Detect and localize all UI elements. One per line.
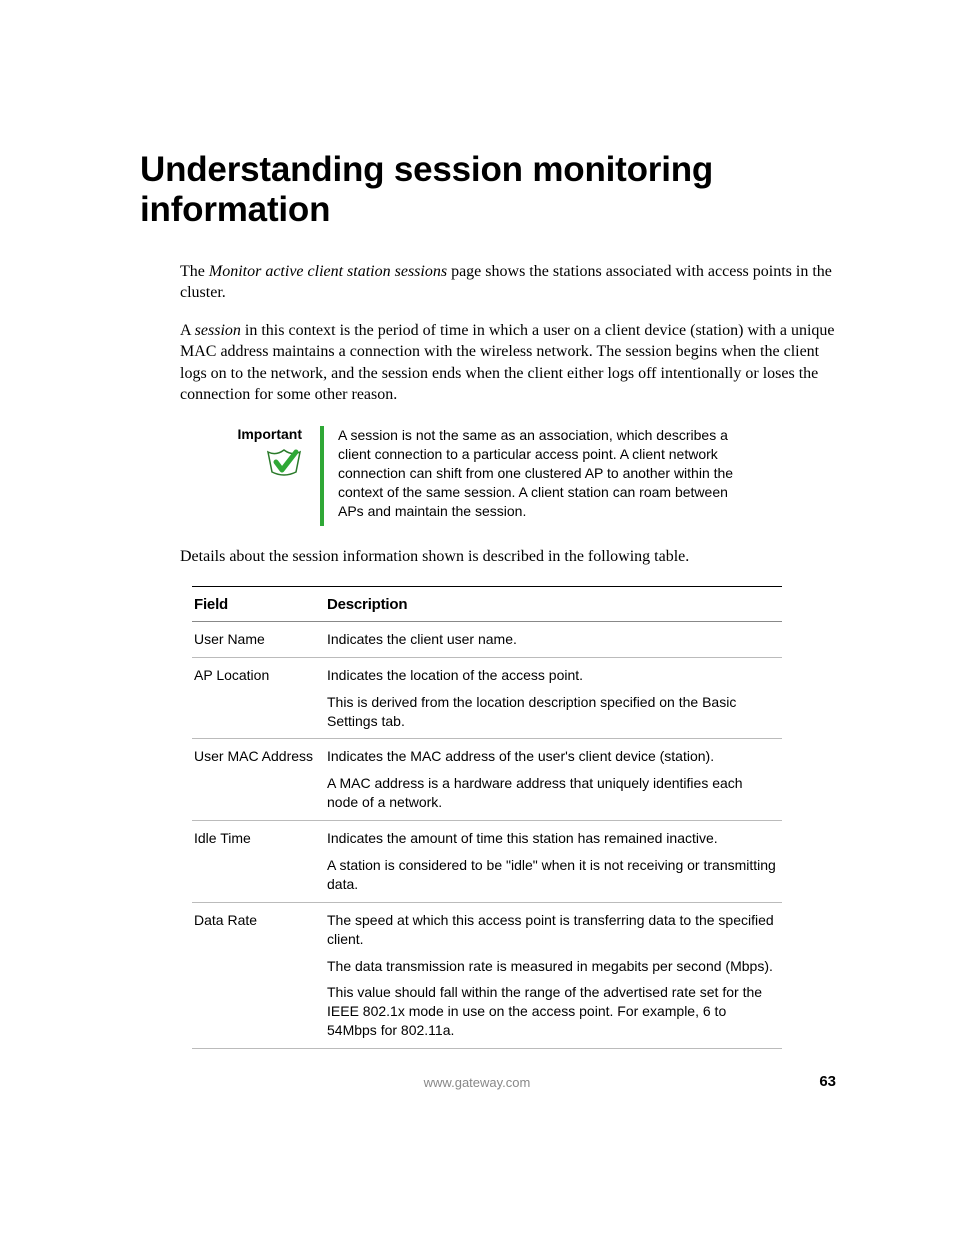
page-title: Understanding session monitoring informa… bbox=[140, 150, 839, 231]
text: A bbox=[180, 322, 195, 339]
field-name: User MAC Address bbox=[192, 739, 325, 821]
emphasis: session bbox=[195, 322, 241, 339]
description-paragraph: Indicates the MAC address of the user's … bbox=[327, 747, 776, 766]
description-paragraph: Indicates the location of the access poi… bbox=[327, 666, 776, 685]
description-paragraph: A MAC address is a hardware address that… bbox=[327, 774, 776, 812]
description-paragraph: Indicates the client user name. bbox=[327, 630, 776, 649]
description-paragraph: Indicates the amount of time this statio… bbox=[327, 829, 776, 848]
text: The bbox=[180, 263, 209, 280]
field-description: The speed at which this access point is … bbox=[325, 902, 782, 1048]
field-description: Indicates the location of the access poi… bbox=[325, 657, 782, 739]
important-callout: Important A session is not the same as a… bbox=[180, 426, 839, 526]
callout-text: A session is not the same as an associat… bbox=[324, 426, 738, 520]
field-description: Indicates the amount of time this statio… bbox=[325, 821, 782, 903]
field-name: Data Rate bbox=[192, 902, 325, 1048]
footer-url: www.gateway.com bbox=[0, 1075, 954, 1090]
table-header-field: Field bbox=[192, 586, 325, 621]
intro-paragraph-2: A session in this context is the period … bbox=[180, 320, 839, 406]
table-intro-text: Details about the session information sh… bbox=[180, 546, 839, 568]
field-name: User Name bbox=[192, 621, 325, 657]
fields-table: Field Description User NameIndicates the… bbox=[192, 586, 782, 1050]
table-body: User NameIndicates the client user name.… bbox=[192, 621, 782, 1048]
field-description: Indicates the MAC address of the user's … bbox=[325, 739, 782, 821]
emphasis: Monitor active client station sessions bbox=[209, 263, 447, 280]
callout-header: Important bbox=[180, 426, 320, 483]
table-row: Idle TimeIndicates the amount of time th… bbox=[192, 821, 782, 903]
table-row: Data RateThe speed at which this access … bbox=[192, 902, 782, 1048]
page-number: 63 bbox=[819, 1073, 836, 1090]
table-row: User MAC AddressIndicates the MAC addres… bbox=[192, 739, 782, 821]
description-paragraph: This value should fall within the range … bbox=[327, 983, 776, 1040]
document-page: Understanding session monitoring informa… bbox=[0, 0, 954, 1235]
table-row: User NameIndicates the client user name. bbox=[192, 621, 782, 657]
checkmark-shield-icon bbox=[266, 448, 302, 483]
text: in this context is the period of time in… bbox=[180, 322, 835, 404]
field-description: Indicates the client user name. bbox=[325, 621, 782, 657]
description-paragraph: The data transmission rate is measured i… bbox=[327, 957, 776, 976]
table-row: AP LocationIndicates the location of the… bbox=[192, 657, 782, 739]
intro-section: The Monitor active client station sessio… bbox=[180, 261, 839, 407]
intro-paragraph-1: The Monitor active client station sessio… bbox=[180, 261, 839, 304]
description-paragraph: The speed at which this access point is … bbox=[327, 911, 776, 949]
table-header-description: Description bbox=[325, 586, 782, 621]
field-name: AP Location bbox=[192, 657, 325, 739]
description-paragraph: This is derived from the location descri… bbox=[327, 693, 776, 731]
description-paragraph: A station is considered to be "idle" whe… bbox=[327, 856, 776, 894]
callout-label: Important bbox=[180, 426, 302, 442]
field-name: Idle Time bbox=[192, 821, 325, 903]
